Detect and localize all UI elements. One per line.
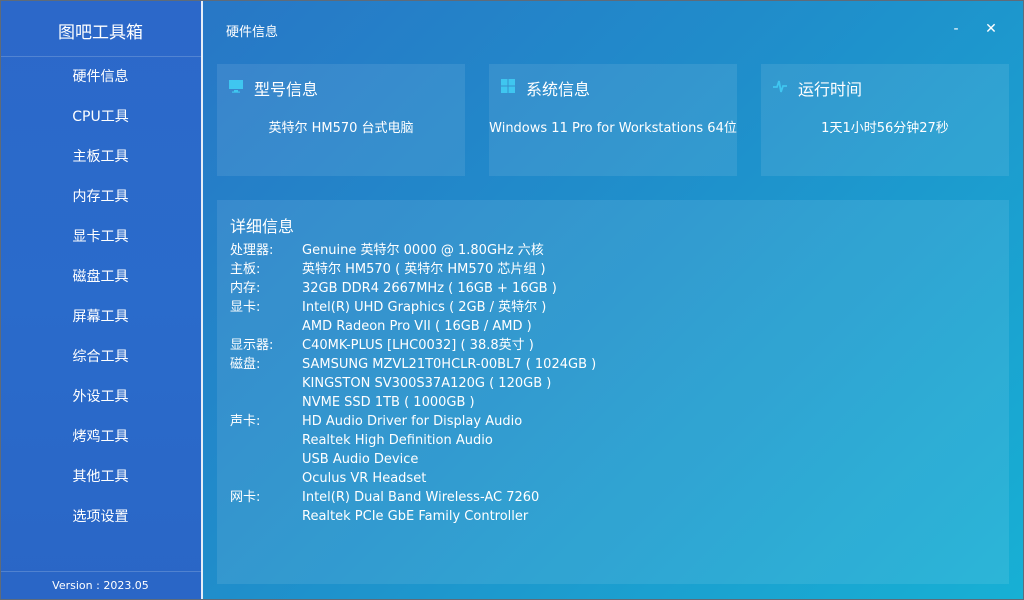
detail-value: Genuine 英特尔 0000 @ 1.80GHz 六核 [302, 243, 544, 258]
pulse-icon [773, 80, 787, 93]
detail-value: 英特尔 HM570 ( 英特尔 HM570 芯片组 ) [302, 262, 546, 277]
system-info-title: 系统信息 [526, 80, 591, 99]
sidebar-item-hardware-info[interactable]: 硬件信息 [0, 57, 201, 97]
detail-row-gpu: 显卡: Intel(R) UHD Graphics ( 2GB / 英特尔 ) … [230, 298, 596, 336]
detail-info-card: 详细信息 处理器: Genuine 英特尔 0000 @ 1.80GHz 六核 … [217, 200, 1009, 584]
uptime-title: 运行时间 [798, 80, 863, 99]
main-panel: 硬件信息 - ✕ 型号信息 英特尔 HM570 台式电脑 系统信息 Window… [203, 0, 1024, 600]
version-label: Version : 2023.05 [52, 579, 149, 592]
detail-value: HD Audio Driver for Display Audio [302, 414, 523, 429]
detail-value: Realtek High Definition Audio [302, 433, 493, 448]
detail-label: 磁盘: [230, 357, 261, 372]
windows-icon [501, 79, 515, 93]
detail-row-memory: 内存: 32GB DDR4 2667MHz ( 16GB + 16GB ) [230, 279, 596, 298]
detail-value: Intel(R) UHD Graphics ( 2GB / 英特尔 ) [302, 300, 547, 315]
detail-label: 处理器: [230, 243, 274, 258]
model-info-value: 英特尔 HM570 台式电脑 [268, 121, 414, 136]
detail-value: C40MK-PLUS [LHC0032] ( 38.8英寸 ) [302, 338, 534, 353]
detail-label: 显示器: [230, 338, 274, 353]
sidebar-bottom-divider [0, 571, 201, 572]
detail-label: 内存: [230, 281, 261, 296]
sidebar-nav: 硬件信息 CPU工具 主板工具 内存工具 显卡工具 磁盘工具 屏幕工具 综合工具… [0, 57, 201, 537]
sidebar-item-stress-tools[interactable]: 烤鸡工具 [0, 417, 201, 457]
system-info-card: 系统信息 Windows 11 Pro for Workstations 64位 [489, 64, 737, 176]
uptime-card: 运行时间 1天1小时56分钟27秒 [761, 64, 1009, 176]
detail-row-network: 网卡: Intel(R) Dual Band Wireless-AC 7260 … [230, 488, 596, 526]
detail-value: Oculus VR Headset [302, 471, 427, 486]
detail-value: NVME SSD 1TB ( 1000GB ) [302, 395, 475, 410]
detail-info-list: 处理器: Genuine 英特尔 0000 @ 1.80GHz 六核 主板: 英… [230, 241, 596, 526]
minimize-button[interactable]: - [944, 18, 968, 40]
sidebar-item-settings[interactable]: 选项设置 [0, 497, 201, 537]
sidebar-item-disk-tools[interactable]: 磁盘工具 [0, 257, 201, 297]
detail-row-audio: 声卡: HD Audio Driver for Display Audio Re… [230, 412, 596, 488]
sidebar-item-gpu-tools[interactable]: 显卡工具 [0, 217, 201, 257]
app-window: 图吧工具箱 硬件信息 CPU工具 主板工具 内存工具 显卡工具 磁盘工具 屏幕工… [0, 0, 1024, 600]
uptime-value: 1天1小时56分钟27秒 [821, 121, 949, 136]
system-info-value: Windows 11 Pro for Workstations 64位 [489, 121, 737, 136]
sidebar-item-cpu-tools[interactable]: CPU工具 [0, 97, 201, 137]
detail-value: AMD Radeon Pro VII ( 16GB / AMD ) [302, 319, 532, 334]
detail-row-cpu: 处理器: Genuine 英特尔 0000 @ 1.80GHz 六核 [230, 241, 596, 260]
monitor-icon [229, 80, 243, 93]
detail-value: USB Audio Device [302, 452, 419, 467]
detail-value: 32GB DDR4 2667MHz ( 16GB + 16GB ) [302, 281, 557, 296]
detail-label: 主板: [230, 262, 261, 277]
detail-row-disk: 磁盘: SAMSUNG MZVL21T0HCLR-00BL7 ( 1024GB … [230, 355, 596, 412]
model-info-card: 型号信息 英特尔 HM570 台式电脑 [217, 64, 465, 176]
detail-value: SAMSUNG MZVL21T0HCLR-00BL7 ( 1024GB ) [302, 357, 597, 372]
sidebar-item-general-tools[interactable]: 综合工具 [0, 337, 201, 377]
detail-info-title: 详细信息 [230, 217, 295, 236]
model-info-title: 型号信息 [254, 80, 319, 99]
detail-label: 声卡: [230, 414, 261, 429]
sidebar-item-memory-tools[interactable]: 内存工具 [0, 177, 201, 217]
detail-label: 显卡: [230, 300, 261, 315]
detail-row-display: 显示器: C40MK-PLUS [LHC0032] ( 38.8英寸 ) [230, 336, 596, 355]
titlebar: 硬件信息 - ✕ [203, 0, 1024, 56]
app-title: 图吧工具箱 [58, 23, 143, 43]
sidebar: 图吧工具箱 硬件信息 CPU工具 主板工具 内存工具 显卡工具 磁盘工具 屏幕工… [0, 0, 201, 600]
sidebar-item-motherboard-tools[interactable]: 主板工具 [0, 137, 201, 177]
detail-value: KINGSTON SV300S37A120G ( 120GB ) [302, 376, 552, 391]
detail-value: Intel(R) Dual Band Wireless-AC 7260 [302, 490, 540, 505]
sidebar-item-screen-tools[interactable]: 屏幕工具 [0, 297, 201, 337]
detail-value: Realtek PCIe GbE Family Controller [302, 509, 529, 524]
sidebar-item-peripheral-tools[interactable]: 外设工具 [0, 377, 201, 417]
sidebar-item-other-tools[interactable]: 其他工具 [0, 457, 201, 497]
page-title: 硬件信息 [226, 25, 279, 40]
detail-label: 网卡: [230, 490, 261, 505]
detail-row-motherboard: 主板: 英特尔 HM570 ( 英特尔 HM570 芯片组 ) [230, 260, 596, 279]
close-button[interactable]: ✕ [979, 18, 1003, 40]
